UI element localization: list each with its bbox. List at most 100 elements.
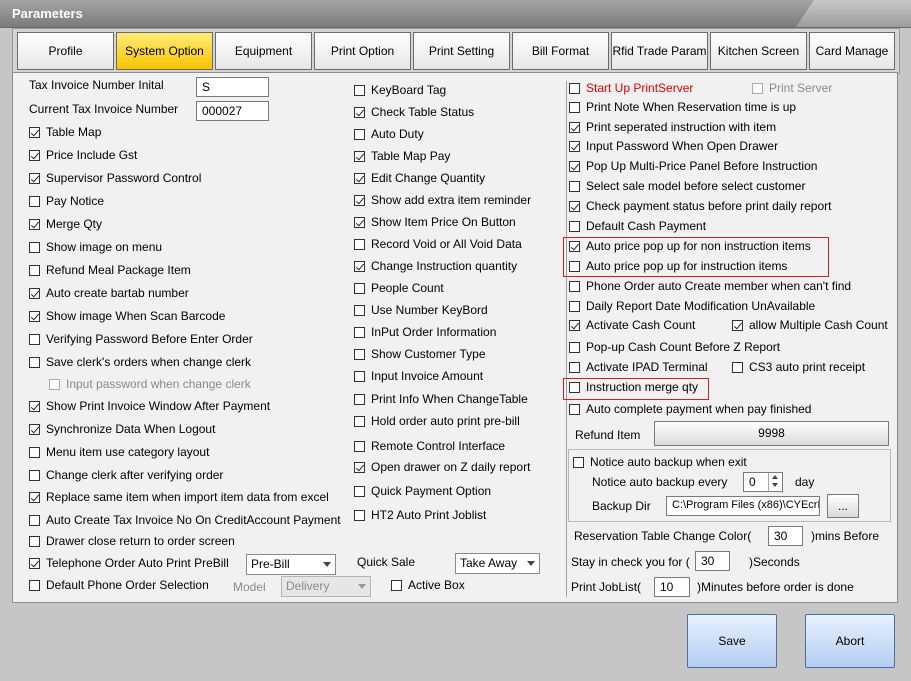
tab-card-manage[interactable]: Card Manage [809,32,895,70]
show-item-price-on-button-option[interactable]: Show Item Price On Button [354,213,516,231]
checkbox[interactable] [569,82,580,94]
checkbox[interactable] [354,415,365,427]
auto-duty-option[interactable]: Auto Duty [354,125,424,143]
print-seperated-instruction-with-item-option[interactable]: Print seperated instruction with item [569,118,776,136]
start-up-printserver-option[interactable]: Start Up PrintServer [569,79,693,97]
checkbox[interactable] [391,579,402,591]
tab-rfid-trade-param[interactable]: Rfid Trade Param [611,32,708,70]
quick-sale-select[interactable]: Take Away [455,553,540,574]
checkbox[interactable] [732,319,743,331]
checkbox[interactable] [354,348,365,360]
show-image-when-scan-barcode-option[interactable]: Show image When Scan Barcode [29,307,225,325]
abort-button[interactable]: Abort [805,614,895,668]
checkbox[interactable] [569,361,580,373]
checkbox[interactable] [354,150,365,162]
browse-button[interactable]: ... [827,494,859,518]
tax-invoice-initial-input[interactable]: S [196,77,269,97]
checkbox[interactable] [29,535,40,547]
change-instruction-quantity-option[interactable]: Change Instruction quantity [354,257,517,275]
checkbox[interactable] [29,310,40,322]
check-table-status-option[interactable]: Check Table Status [354,103,474,121]
checkbox[interactable] [29,356,40,368]
record-void-or-all-void-data-option[interactable]: Record Void or All Void Data [354,235,522,253]
default-phone-order-selection-option[interactable]: Default Phone Order Selection [29,576,209,594]
pop-up-cash-count-before-z-report-option[interactable]: Pop-up Cash Count Before Z Report [569,338,780,356]
checkbox[interactable] [29,469,40,481]
hold-order-auto-print-pre-bill-option[interactable]: Hold order auto print pre-bill [354,412,520,430]
drawer-close-return-to-order-screen-option[interactable]: Drawer close return to order screen [29,532,235,550]
ht2-auto-print-joblist-option[interactable]: HT2 Auto Print Joblist [354,506,486,524]
tab-profile[interactable]: Profile [17,32,114,70]
checkbox[interactable] [29,126,40,138]
people-count-option[interactable]: People Count [354,279,444,297]
default-cash-payment-option[interactable]: Default Cash Payment [569,217,706,235]
checkbox[interactable] [354,282,365,294]
daily-report-date-modification-unavailable-option[interactable]: Daily Report Date Modification UnAvailab… [569,297,815,315]
checkbox[interactable] [29,241,40,253]
checkbox[interactable] [354,485,365,497]
open-drawer-on-z-daily-report-option[interactable]: Open drawer on Z daily report [354,458,530,476]
checkbox[interactable] [569,341,580,353]
checkbox[interactable] [569,200,580,212]
auto-complete-payment-when-pay-finished-option[interactable]: Auto complete payment when pay finished [569,400,811,418]
checkbox[interactable] [29,333,40,345]
table-map-option[interactable]: Table Map [29,123,101,141]
checkbox[interactable] [732,361,743,373]
save-clerk-s-orders-when-change-clerk-option[interactable]: Save clerk's orders when change clerk [29,353,251,371]
input-invoice-amount-option[interactable]: Input Invoice Amount [354,367,483,385]
backup-days-stepper[interactable]: 0 [743,472,783,492]
input-order-information-option[interactable]: InPut Order Information [354,323,496,341]
checkbox[interactable] [354,172,365,184]
checkbox[interactable] [354,216,365,228]
checkbox[interactable] [569,300,580,312]
change-clerk-after-verifying-order-option[interactable]: Change clerk after verifying order [29,466,223,484]
checkbox[interactable] [29,400,40,412]
input-password-when-open-drawer-option[interactable]: Input Password When Open Drawer [569,137,778,155]
reservation-minutes-input[interactable]: 30 [768,526,803,546]
checkbox[interactable] [29,264,40,276]
checkbox[interactable] [354,260,365,272]
checkbox[interactable] [569,319,580,331]
print-info-when-changetable-option[interactable]: Print Info When ChangeTable [354,390,528,408]
notice-auto-backup-option[interactable]: Notice auto backup when exit [573,453,747,471]
price-include-gst-option[interactable]: Price Include Gst [29,146,137,164]
show-image-on-menu-option[interactable]: Show image on menu [29,238,162,256]
refund-meal-package-item-option[interactable]: Refund Meal Package Item [29,261,191,279]
spin-arrows-icon[interactable] [768,473,782,491]
tab-print-setting[interactable]: Print Setting [413,32,510,70]
cs3-auto-print-receipt-option[interactable]: CS3 auto print receipt [732,358,865,376]
checkbox[interactable] [573,456,584,468]
activate-ipad-terminal-option[interactable]: Activate IPAD Terminal [569,358,708,376]
activate-cash-count-option[interactable]: Activate Cash Count [569,316,695,334]
checkbox[interactable] [354,128,365,140]
keyboard-tag-option[interactable]: KeyBoard Tag [354,81,446,99]
checkbox[interactable] [569,280,580,292]
stay-seconds-input[interactable]: 30 [695,551,730,571]
select-sale-model-before-select-customer-option[interactable]: Select sale model before select customer [569,177,805,195]
replace-same-item-when-import-item-data-from-excel-option[interactable]: Replace same item when import item data … [29,488,329,506]
supervisor-password-control-option[interactable]: Supervisor Password Control [29,169,201,187]
pop-up-multi-price-panel-before-instruction-option[interactable]: Pop Up Multi-Price Panel Before Instruct… [569,157,817,175]
checkbox[interactable] [29,287,40,299]
checkbox[interactable] [29,579,40,591]
auto-create-bartab-number-option[interactable]: Auto create bartab number [29,284,189,302]
print-note-when-reservation-time-is-up-option[interactable]: Print Note When Reservation time is up [569,98,796,116]
current-tax-invoice-input[interactable]: 000027 [196,101,269,121]
checkbox[interactable] [354,393,365,405]
checkbox[interactable] [569,160,580,172]
prebill-select[interactable]: Pre-Bill [246,554,336,575]
checkbox[interactable] [569,101,580,113]
telephone-order-auto-print-prebill-option[interactable]: Telephone Order Auto Print PreBill [29,554,229,572]
phone-order-auto-create-member-when-can-t-find-option[interactable]: Phone Order auto Create member when can'… [569,277,851,295]
verifying-password-before-enter-order-option[interactable]: Verifying Password Before Enter Order [29,330,253,348]
tab-system-option[interactable]: System Option [116,32,213,70]
active-box-option[interactable]: Active Box [391,576,465,594]
tab-kitchen-screen[interactable]: Kitchen Screen [710,32,807,70]
show-customer-type-option[interactable]: Show Customer Type [354,345,486,363]
checkbox[interactable] [354,440,365,452]
checkbox[interactable] [29,446,40,458]
checkbox[interactable] [29,557,40,569]
use-number-keybord-option[interactable]: Use Number KeyBord [354,301,488,319]
tab-bill-format[interactable]: Bill Format [512,32,609,70]
checkbox[interactable] [354,326,365,338]
